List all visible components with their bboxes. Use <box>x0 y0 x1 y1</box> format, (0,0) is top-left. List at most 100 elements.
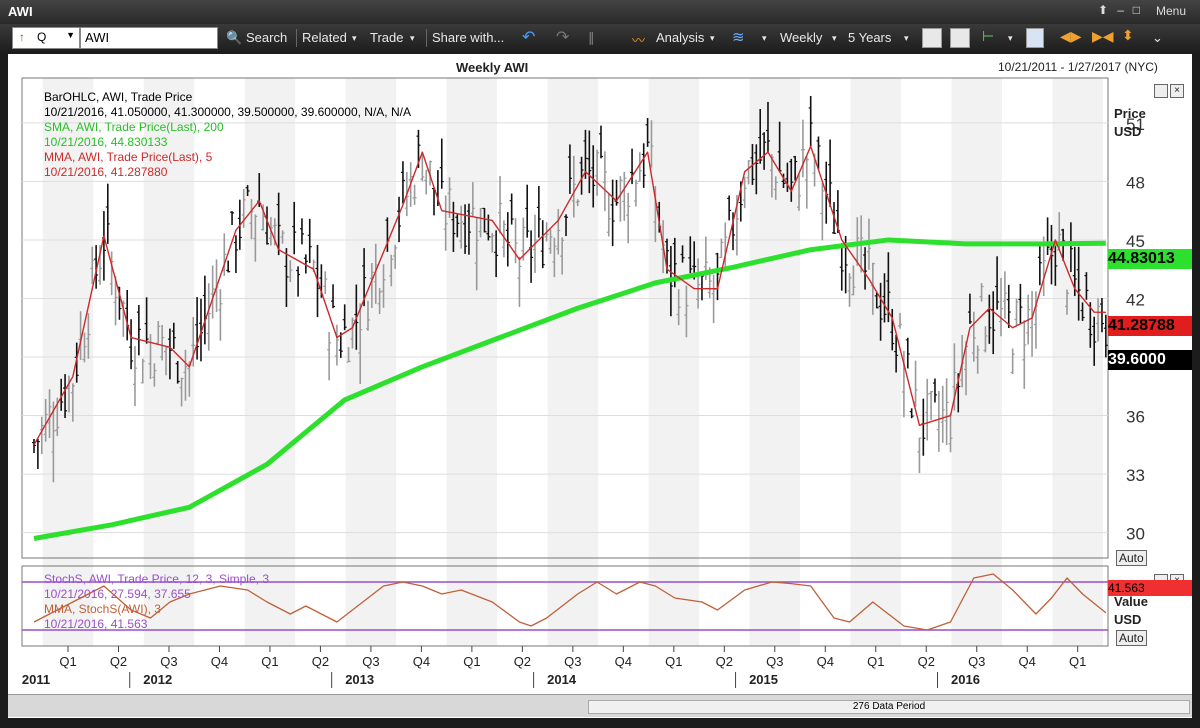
price-tick-label: 48 <box>1126 173 1145 192</box>
chevron-down-icon: ▾ <box>832 33 837 43</box>
value-axis-currency: USD <box>1114 612 1142 627</box>
search-icon[interactable]: 🔍 <box>226 30 242 46</box>
compare-chart-icon[interactable] <box>950 28 970 48</box>
legend-bar-values: 10/21/2016, 41.050000, 41.300000, 39.500… <box>44 105 411 119</box>
quarter-label: Q1 <box>1069 654 1086 669</box>
legend-mma-values: 10/21/2016, 41.287880 <box>44 165 168 179</box>
status-bar: 276 Data Period <box>8 694 1192 717</box>
quarter-label: Q1 <box>261 654 278 669</box>
trade-menu[interactable]: Trade <box>370 30 403 45</box>
range-select[interactable]: 5 Years <box>848 30 891 45</box>
last-price-tag: 39.6000 <box>1108 350 1192 370</box>
quarter-label: Q3 <box>564 654 581 669</box>
pane-close-icon[interactable]: × <box>1170 84 1184 98</box>
more-options-icon[interactable]: ⌄ <box>1152 30 1163 46</box>
stoch-legend: StochS, AWI, Trade Price, 12, 3, Simple,… <box>44 572 269 632</box>
value-axis-label: Value <box>1114 594 1148 609</box>
legend-sma: SMA, AWI, Trade Price(Last), 200 <box>44 120 224 134</box>
year-label: 2013 <box>345 672 374 687</box>
quarter-band <box>648 78 700 646</box>
quarter-label: Q2 <box>514 654 531 669</box>
year-label: 2015 <box>749 672 778 687</box>
window-titlebar: AWI ⬆ – □ Menu <box>0 0 1200 24</box>
sma-price-tag: 44.83013 <box>1108 249 1192 269</box>
window-menu[interactable]: Menu <box>1156 4 1186 18</box>
window-title: AWI <box>8 4 33 19</box>
quarter-label: Q4 <box>615 654 632 669</box>
pin-icon[interactable]: ⬆ <box>1098 3 1108 17</box>
price-axis-label: Price <box>1114 106 1146 121</box>
value-auto-button[interactable]: Auto <box>1116 630 1147 646</box>
legend-stoch-mma: MMA, StochS(AWI), 3 <box>44 602 161 616</box>
year-label: 2012 <box>143 672 172 687</box>
line-chart-icon[interactable] <box>922 28 942 48</box>
crosshair-icon[interactable]: ⊢ <box>982 28 994 45</box>
security-type-select[interactable]: ↑ Q ▼ <box>12 27 80 49</box>
minimize-icon[interactable]: – <box>1117 3 1124 17</box>
price-tick-label: 30 <box>1126 525 1145 544</box>
maximize-icon[interactable]: □ <box>1133 3 1140 17</box>
legend-mma: MMA, AWI, Trade Price(Last), 5 <box>44 150 213 164</box>
chevron-down-icon: ▾ <box>410 33 415 43</box>
price-auto-button[interactable]: Auto <box>1116 550 1147 566</box>
price-legend: BarOHLC, AWI, Trade Price 10/21/2016, 41… <box>44 90 411 180</box>
up-arrow-icon: ↑ <box>19 30 25 44</box>
price-tick-label: 36 <box>1126 408 1145 427</box>
quarter-label: Q1 <box>867 654 884 669</box>
quarter-label: Q3 <box>362 654 379 669</box>
chevron-down-icon: ▾ <box>904 33 909 43</box>
quarter-label: Q3 <box>160 654 177 669</box>
chevron-down-icon: ▾ <box>762 33 767 43</box>
toolbar-divider <box>296 29 297 47</box>
toolbar: ↑ Q ▼ AWI 🔍 Search Related ▾ Trade ▾ Sha… <box>0 24 1200 52</box>
price-tick-label: 33 <box>1126 466 1145 485</box>
security-type-value: Q <box>37 30 47 44</box>
quarter-label: Q4 <box>1019 654 1036 669</box>
bar-style-icon[interactable]: ∥ <box>588 30 595 46</box>
quarter-label: Q2 <box>918 654 935 669</box>
quarter-label: Q2 <box>716 654 733 669</box>
search-button[interactable]: Search <box>246 30 287 45</box>
pane-restore-icon[interactable] <box>1154 84 1168 98</box>
quarter-label: Q1 <box>59 654 76 669</box>
expand-vertical-icon[interactable]: ⬍ <box>1122 27 1134 44</box>
quarter-label: Q4 <box>413 654 430 669</box>
studies-icon[interactable]: ≋ <box>732 28 745 46</box>
legend-sma-values: 10/21/2016, 44.830133 <box>44 135 168 149</box>
quarter-label: Q2 <box>110 654 127 669</box>
symbol-value: AWI <box>85 30 110 45</box>
related-menu[interactable]: Related <box>302 30 347 45</box>
legend-bar: BarOHLC, AWI, Trade Price <box>44 90 193 104</box>
analysis-menu[interactable]: Analysis <box>656 30 704 45</box>
quarter-label: Q4 <box>211 654 228 669</box>
time-scrollbar[interactable]: 276 Data Period <box>588 700 1190 714</box>
chevron-down-icon: ▾ <box>352 33 357 43</box>
quarter-label: Q1 <box>463 654 480 669</box>
mma-price-tag: 41.28788 <box>1108 316 1192 336</box>
zoom-icon[interactable]: ▶◀ <box>1092 28 1114 45</box>
stoch-value-tag: 41.563 <box>1108 580 1192 596</box>
legend-stoch: StochS, AWI, Trade Price, 12, 3, Simple,… <box>44 572 269 586</box>
price-axis-currency: USD <box>1114 124 1142 139</box>
redo-icon[interactable]: ↷ <box>556 27 569 47</box>
quarter-band <box>1052 78 1103 646</box>
quarter-label: Q2 <box>312 654 329 669</box>
year-label: 2016 <box>951 672 980 687</box>
data-period-label: 276 Data Period <box>852 701 926 712</box>
quarter-label: Q3 <box>766 654 783 669</box>
price-tick-label: 42 <box>1126 290 1145 309</box>
symbol-input[interactable]: AWI <box>80 27 218 49</box>
period-select[interactable]: Weekly <box>780 30 822 45</box>
analysis-icon: 〰 <box>632 33 646 48</box>
chart-date-range: 10/21/2011 - 1/27/2017 (NYC) <box>998 60 1158 74</box>
share-menu[interactable]: Share with... <box>432 30 504 45</box>
chart-frame: 3033363942454851Q1Q2Q3Q4Q1Q2Q3Q4Q1Q2Q3Q4… <box>8 54 1192 718</box>
quarter-band <box>850 78 902 646</box>
undo-icon[interactable]: ↶ <box>522 27 535 47</box>
legend-stoch-mma-values: 10/21/2016, 41.563 <box>44 617 148 631</box>
chevron-down-icon: ▼ <box>66 30 75 40</box>
legend-stoch-values: 10/21/2016, 27.594, 37.655 <box>44 587 191 601</box>
quarter-band <box>951 78 1002 646</box>
scroll-left-icon[interactable]: ◀▶ <box>1060 28 1082 45</box>
layout-icon[interactable] <box>1026 28 1044 48</box>
